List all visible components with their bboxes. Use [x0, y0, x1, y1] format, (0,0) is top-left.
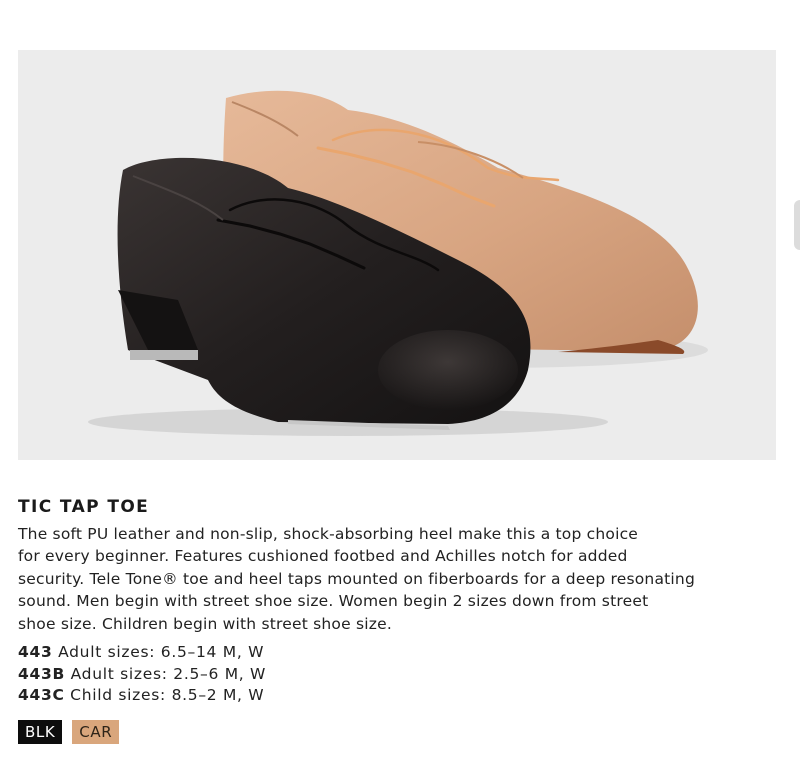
- description-line: for every beginner. Features cushioned f…: [18, 547, 628, 566]
- size-code: 443: [18, 643, 53, 661]
- description-line: security. Tele Tone® toe and heel taps m…: [18, 569, 695, 588]
- size-code: 443C: [18, 686, 65, 704]
- description-line: sound. Men begin with street shoe size. …: [18, 592, 649, 611]
- size-text: Adult sizes: 2.5–6 M, W: [70, 664, 267, 683]
- product-image: [18, 50, 776, 460]
- size-row-443: 443 Adult sizes: 6.5–14 M, W: [18, 642, 266, 664]
- product-title: TIC TAP TOE: [18, 497, 150, 517]
- size-text: Adult sizes: 6.5–14 M, W: [58, 643, 265, 661]
- page-edge-tab: [794, 200, 800, 250]
- description-line: shoe size. Children begin with street sh…: [18, 614, 392, 633]
- color-swatches: BLK CAR: [18, 720, 120, 744]
- color-swatch-blk[interactable]: BLK: [18, 720, 63, 744]
- size-code: 443B: [18, 664, 65, 683]
- color-swatch-car[interactable]: CAR: [72, 720, 120, 744]
- size-list: 443 Adult sizes: 6.5–14 M, W 443B Adult …: [18, 642, 266, 707]
- size-row-443b: 443B Adult sizes: 2.5–6 M, W: [18, 664, 266, 686]
- description-line: The soft PU leather and non-slip, shock-…: [18, 525, 639, 543]
- product-description: The soft PU leather and non-slip, shock-…: [18, 523, 788, 635]
- size-text: Child sizes: 8.5–2 M, W: [70, 686, 265, 704]
- tap-shoes-illustration: [88, 90, 708, 436]
- size-row-443c: 443C Child sizes: 8.5–2 M, W: [18, 685, 266, 707]
